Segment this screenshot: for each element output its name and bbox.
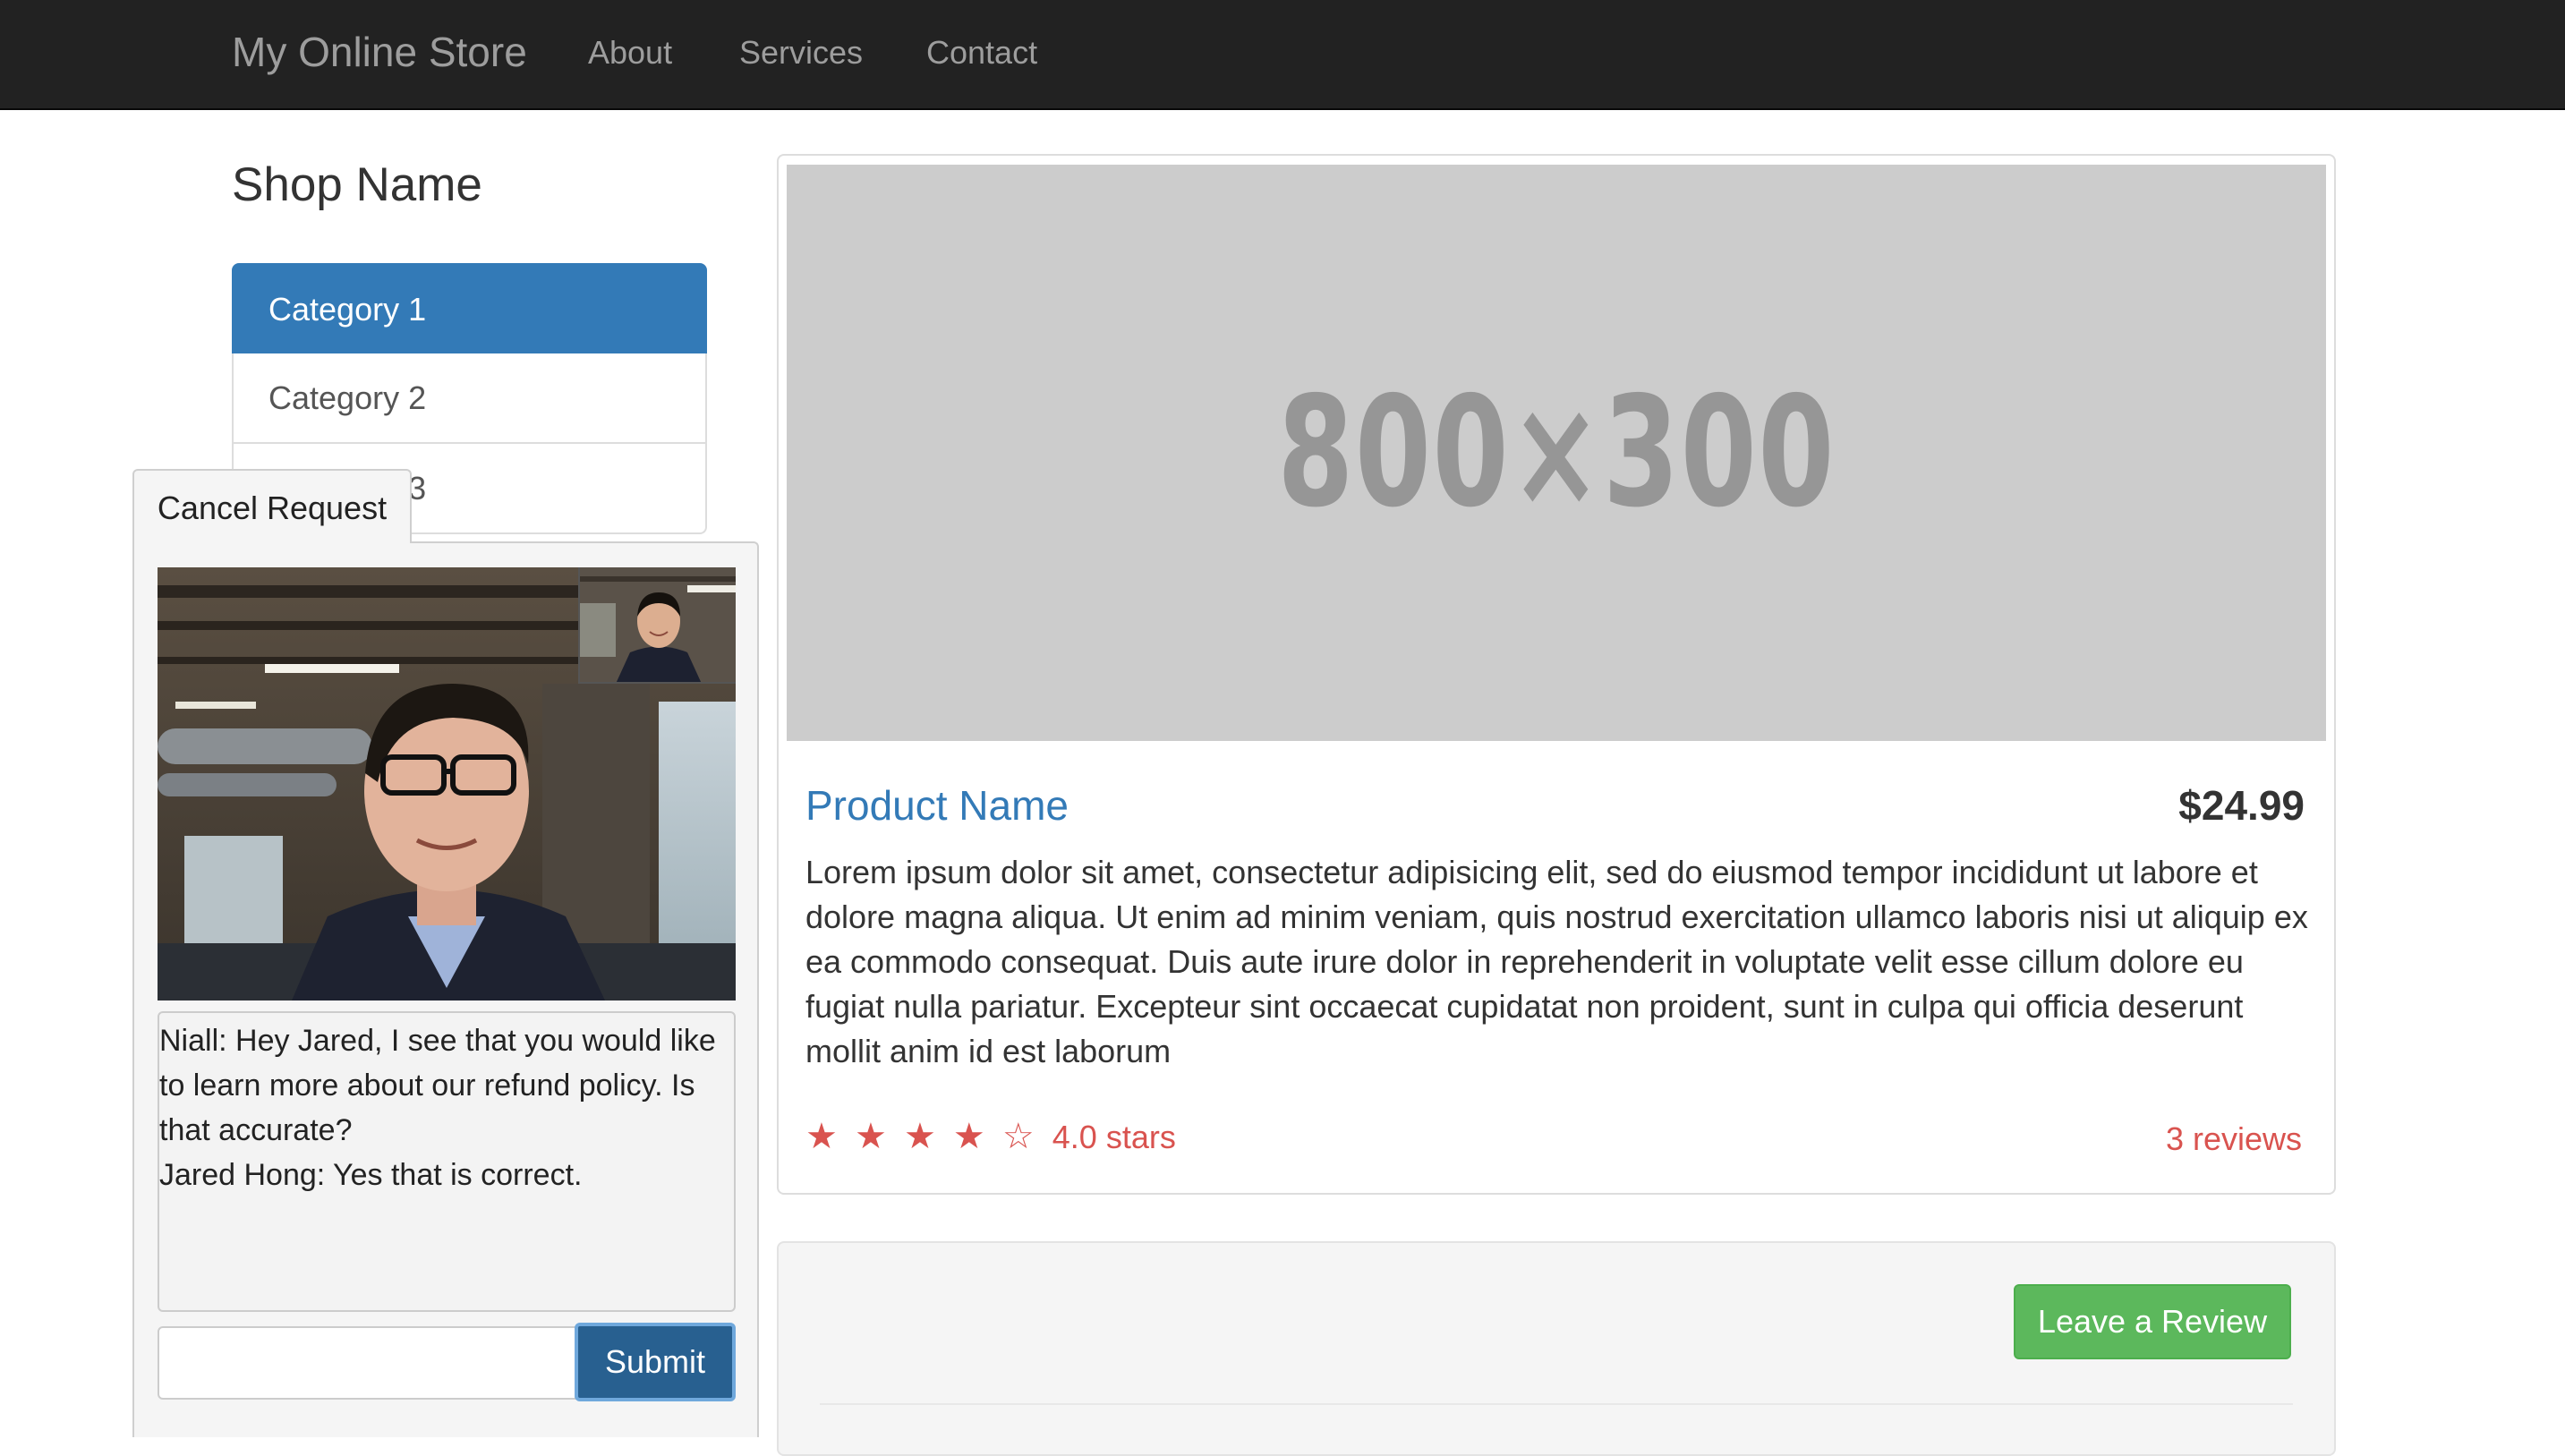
chat-message-input[interactable] <box>158 1326 576 1400</box>
product-image-placeholder: 800×300 <box>787 165 2326 741</box>
chat-message: Jared Hong: Yes that is correct. <box>159 1158 583 1192</box>
video-feed-self <box>578 567 736 684</box>
rating-stars-icon: ★ ★ ★ ★ ☆ <box>805 1117 1038 1156</box>
shop-name-heading: Shop Name <box>232 158 482 211</box>
video-self-image <box>580 567 736 682</box>
rating-text: 4.0 stars <box>1052 1119 1176 1155</box>
product-name-link[interactable]: Product Name <box>805 780 1069 830</box>
chat-submit-button[interactable]: Submit <box>575 1323 736 1401</box>
reviews-divider <box>820 1403 2293 1405</box>
chat-transcript[interactable]: Niall: Hey Jared, I see that you would l… <box>158 1011 736 1312</box>
product-rating: ★ ★ ★ ★ ☆ 4.0 stars <box>805 1114 1176 1160</box>
nav-link-services[interactable]: Services <box>739 32 863 73</box>
category-item-2[interactable]: Category 2 <box>232 353 707 444</box>
product-price: $24.99 <box>2178 782 2305 829</box>
cancel-request-button[interactable]: Cancel Request <box>132 469 412 543</box>
product-description: Lorem ipsum dolor sit amet, consectetur … <box>805 854 2308 1069</box>
leave-review-button[interactable]: Leave a Review <box>2014 1284 2291 1359</box>
reviews-count: 3 reviews <box>2165 1120 2302 1157</box>
nav-link-contact[interactable]: Contact <box>926 32 1037 73</box>
nav-link-about[interactable]: About <box>588 32 672 73</box>
top-navbar: My Online Store About Services Contact <box>0 0 2565 110</box>
brand-link[interactable]: My Online Store <box>232 27 527 77</box>
placeholder-dimensions: 800×300 <box>1277 364 1836 541</box>
category-item-1[interactable]: Category 1 <box>232 263 707 353</box>
chat-message: Niall: Hey Jared, I see that you would l… <box>159 1024 716 1147</box>
